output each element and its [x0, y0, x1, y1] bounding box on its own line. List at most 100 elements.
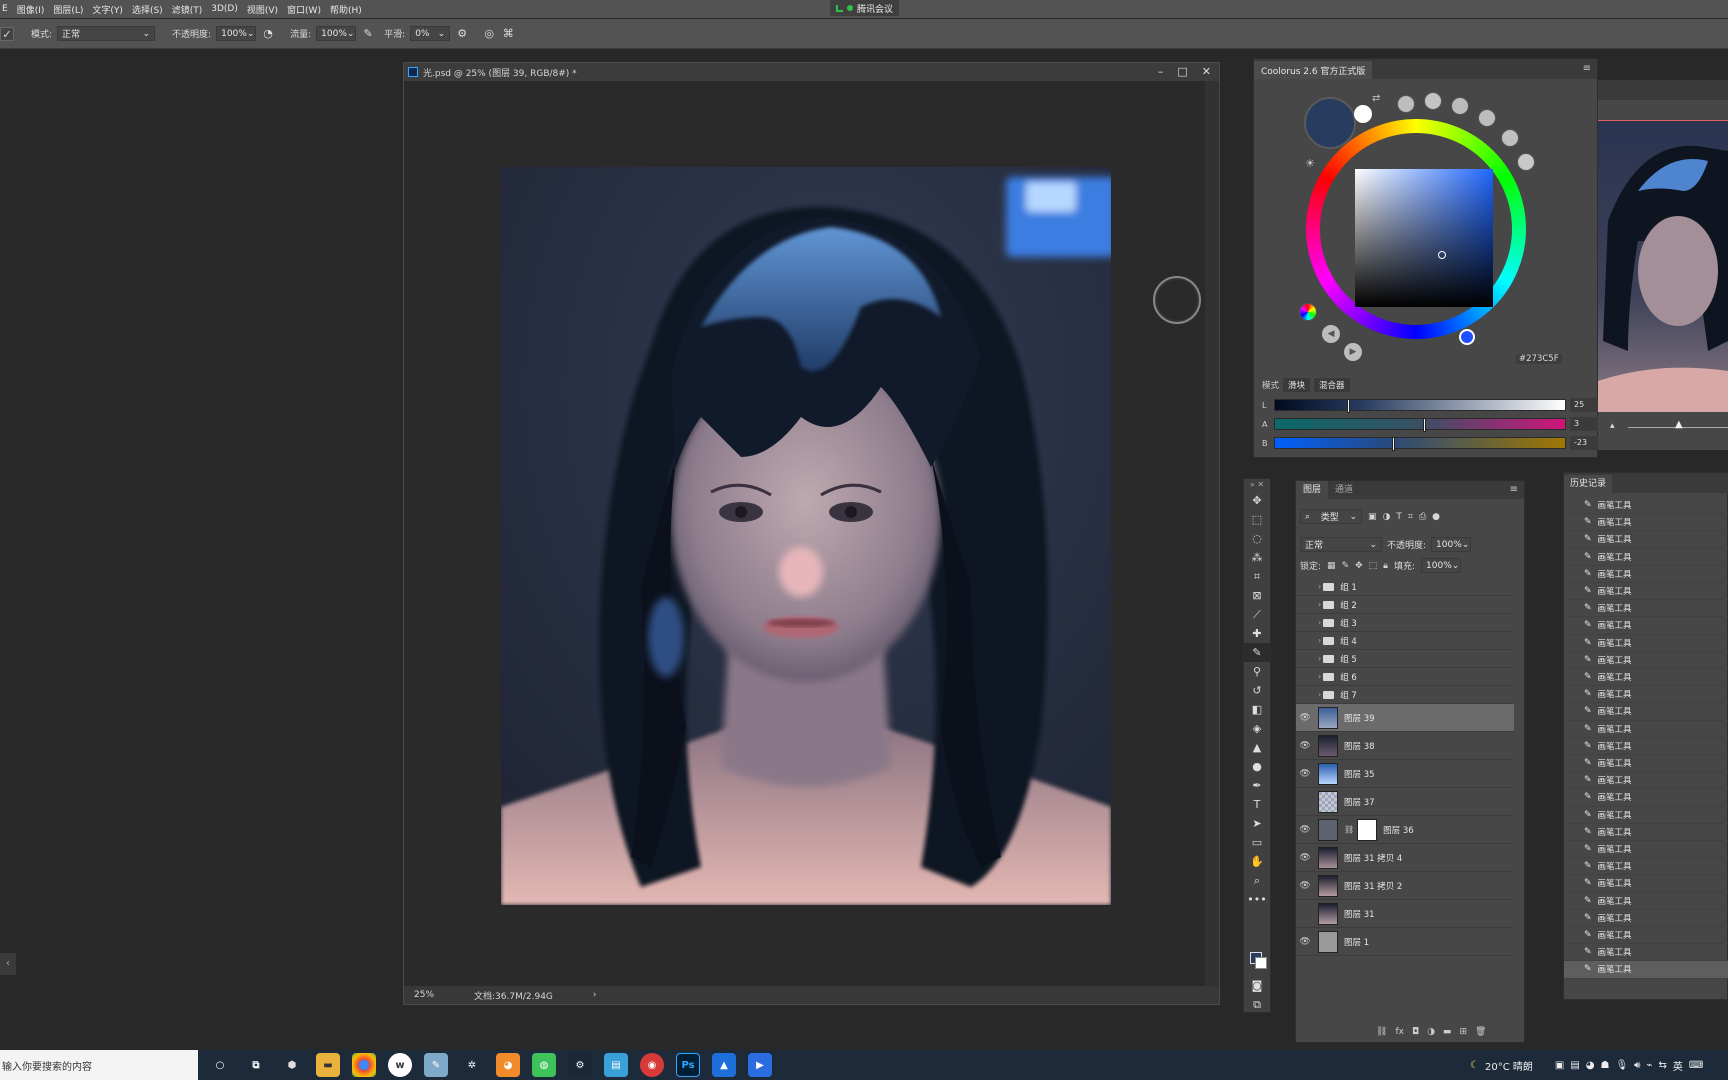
layer-group-row[interactable]: › 组 2 — [1296, 596, 1514, 614]
blur-tool-icon[interactable]: ▲ — [1244, 738, 1270, 757]
rectangle-tool-icon[interactable]: ▭ — [1244, 833, 1270, 852]
swap-colors-icon[interactable]: ⇄ — [1372, 93, 1380, 104]
layer-thumbnail[interactable] — [1318, 790, 1338, 813]
preset-circle-4[interactable] — [1478, 109, 1496, 127]
eye-icon[interactable]: 👁︎ — [1296, 741, 1314, 751]
history-item[interactable]: ✎ 画笔工具 — [1564, 583, 1728, 601]
history-item[interactable]: ✎ 画笔工具 — [1564, 858, 1728, 876]
menu-item[interactable]: 选择(S) — [132, 3, 163, 16]
menu-item[interactable]: 帮助(H) — [330, 3, 362, 16]
screen-mode-icon[interactable]: ⧉ — [1244, 995, 1270, 1014]
app-icon-chart[interactable]: ▤ — [604, 1053, 628, 1077]
history-item[interactable]: ✎ 画笔工具 — [1564, 893, 1728, 910]
layer-row[interactable]: 👁︎ ⛓ 图层 36 — [1296, 816, 1514, 844]
menu-item[interactable]: 图层(L) — [53, 3, 83, 16]
microphone-icon[interactable]: 🎙︎ — [1615, 1060, 1628, 1071]
pressure-size-icon[interactable]: ◎ — [482, 27, 496, 41]
tab-layers[interactable]: 图层 — [1296, 481, 1329, 499]
hue-cursor[interactable] — [1459, 329, 1475, 345]
history-item[interactable]: ✎ 画笔工具 — [1564, 566, 1728, 583]
keyboard-icon[interactable]: ⌨ — [1689, 1060, 1703, 1071]
wechat-icon[interactable]: ◍ — [532, 1053, 556, 1077]
zoom-slider-knob[interactable]: ▲ — [1675, 419, 1683, 430]
eye-icon[interactable]: 👁︎ — [1296, 713, 1314, 723]
document-title-bar[interactable]: 光.psd @ 25% (图层 39, RGB/8#) * – □ ✕ — [404, 63, 1219, 81]
dodge-tool-icon[interactable]: ● — [1244, 757, 1270, 776]
layer-row[interactable]: 图层 37 — [1296, 788, 1514, 816]
history-tab[interactable]: 历史记录 — [1564, 475, 1613, 493]
menu-item[interactable]: 3D(D) — [211, 4, 238, 14]
history-item[interactable]: ✎ 画笔工具 — [1564, 910, 1728, 927]
symmetry-icon[interactable]: ⌘ — [501, 27, 515, 41]
history-item[interactable]: ✎ 画笔工具 — [1564, 600, 1728, 618]
lasso-tool-icon[interactable]: ◌ — [1244, 529, 1270, 548]
brush-preset-icon[interactable]: ✓ — [0, 26, 14, 41]
menu-item[interactable]: 视图(V) — [247, 3, 278, 16]
history-item[interactable]: ✎ 画笔工具 — [1564, 755, 1728, 773]
stamp-tool-icon[interactable]: ⚲ — [1244, 662, 1270, 681]
color-mode-icon[interactable] — [1299, 303, 1317, 321]
menu-item[interactable]: 滤镜(T) — [172, 3, 203, 16]
netease-music-icon[interactable]: ◉ — [640, 1053, 664, 1077]
history-item[interactable]: ✎ 画笔工具 — [1564, 686, 1728, 704]
hand-tool-icon[interactable]: ✋ — [1244, 852, 1270, 871]
slider-mode-button[interactable]: 滑块 — [1283, 378, 1311, 392]
eye-icon[interactable]: 👁︎ — [1296, 825, 1314, 835]
minimize-icon[interactable]: – — [1158, 65, 1164, 78]
history-item[interactable]: ✎ 画笔工具 — [1564, 738, 1728, 755]
panel-menu-icon[interactable]: ≡ — [1583, 63, 1591, 74]
eye-icon[interactable]: 👁︎ — [1296, 853, 1314, 863]
document-info[interactable]: 文档:36.7M/2.94G — [474, 989, 553, 1002]
lock-artboard-icon[interactable]: ⬚ — [1369, 561, 1378, 571]
eye-icon[interactable]: 👁︎ — [1296, 937, 1314, 947]
eyedropper-tool-icon[interactable]: ⟋ — [1244, 605, 1270, 624]
history-item[interactable]: ✎ 画笔工具 — [1564, 961, 1728, 979]
shape-filter-icon[interactable]: ⌗ — [1408, 512, 1413, 522]
l-slider-track[interactable] — [1274, 399, 1566, 413]
layer-thumbnail[interactable] — [1318, 846, 1338, 869]
history-item[interactable]: ✎ 画笔工具 — [1564, 497, 1728, 515]
history-item[interactable]: ✎ 画笔工具 — [1564, 721, 1728, 738]
layer-row[interactable]: 👁︎ 图层 35 — [1296, 760, 1514, 788]
smooth-input[interactable]: 0% ⌄ — [410, 26, 451, 41]
lock-all-icon[interactable]: 🔒︎ — [1383, 561, 1388, 571]
pressure-opacity-icon[interactable]: ◔ — [261, 27, 275, 41]
app-icon-notes[interactable]: ✎ — [424, 1053, 448, 1077]
weather-text[interactable]: 20°C 晴朗 — [1485, 1058, 1533, 1073]
gear-icon[interactable]: ⚙ — [455, 27, 469, 41]
layer-group-row[interactable]: › 组 7 — [1296, 686, 1514, 704]
b-slider-track[interactable] — [1274, 437, 1566, 451]
tools-collapse-icon[interactable]: » ✕ — [1244, 479, 1270, 491]
lock-transparency-icon[interactable]: ▦ — [1327, 561, 1336, 571]
expand-chevron-icon[interactable]: › — [1318, 690, 1321, 699]
canvas-artwork[interactable] — [501, 167, 1111, 905]
filter-toggle-icon[interactable]: ● — [1432, 512, 1440, 522]
layer-thumbnail[interactable] — [1318, 902, 1338, 925]
preset-circle-1[interactable] — [1397, 95, 1415, 113]
history-item[interactable]: ✎ 画笔工具 — [1564, 514, 1728, 532]
steam-icon[interactable]: ⚙ — [568, 1053, 592, 1077]
b-slider-knob[interactable] — [1392, 437, 1395, 451]
layer-thumbnail[interactable] — [1318, 706, 1338, 729]
layer-row[interactable]: 👁︎ 图层 31 拷贝 2 — [1296, 872, 1514, 900]
meeting-app-icon[interactable]: ▶ — [748, 1053, 772, 1077]
status-arrow-icon[interactable]: › — [593, 990, 597, 1000]
adjustment-icon[interactable]: ◑ — [1427, 1027, 1435, 1037]
zoom-out-icon[interactable]: ▴ — [1610, 421, 1615, 431]
opacity-input[interactable]: 100% ⌄ — [216, 26, 257, 41]
taskbar-search[interactable]: 输入你要搜索的内容 — [0, 1050, 198, 1080]
next-icon[interactable]: ▶ — [1344, 343, 1362, 361]
expand-chevron-icon[interactable]: › — [1318, 672, 1321, 681]
color-picker-cursor[interactable] — [1438, 251, 1446, 259]
panel-menu-icon[interactable]: ≡ — [1510, 484, 1518, 495]
pixel-filter-icon[interactable]: ▣ — [1368, 512, 1377, 522]
crop-tool-icon[interactable]: ⌗ — [1244, 567, 1270, 586]
healing-tool-icon[interactable]: ✚ — [1244, 624, 1270, 643]
history-item[interactable]: ✎ 画笔工具 — [1564, 807, 1728, 824]
layer-row[interactable]: 👁︎ 图层 39 — [1296, 704, 1514, 732]
expand-chevron-icon[interactable]: › — [1318, 618, 1321, 627]
menu-item[interactable]: 窗口(W) — [287, 3, 321, 16]
a-slider-track[interactable] — [1274, 418, 1566, 432]
language-indicator[interactable]: 英 — [1673, 1058, 1683, 1073]
background-color-chip[interactable] — [1255, 957, 1267, 969]
